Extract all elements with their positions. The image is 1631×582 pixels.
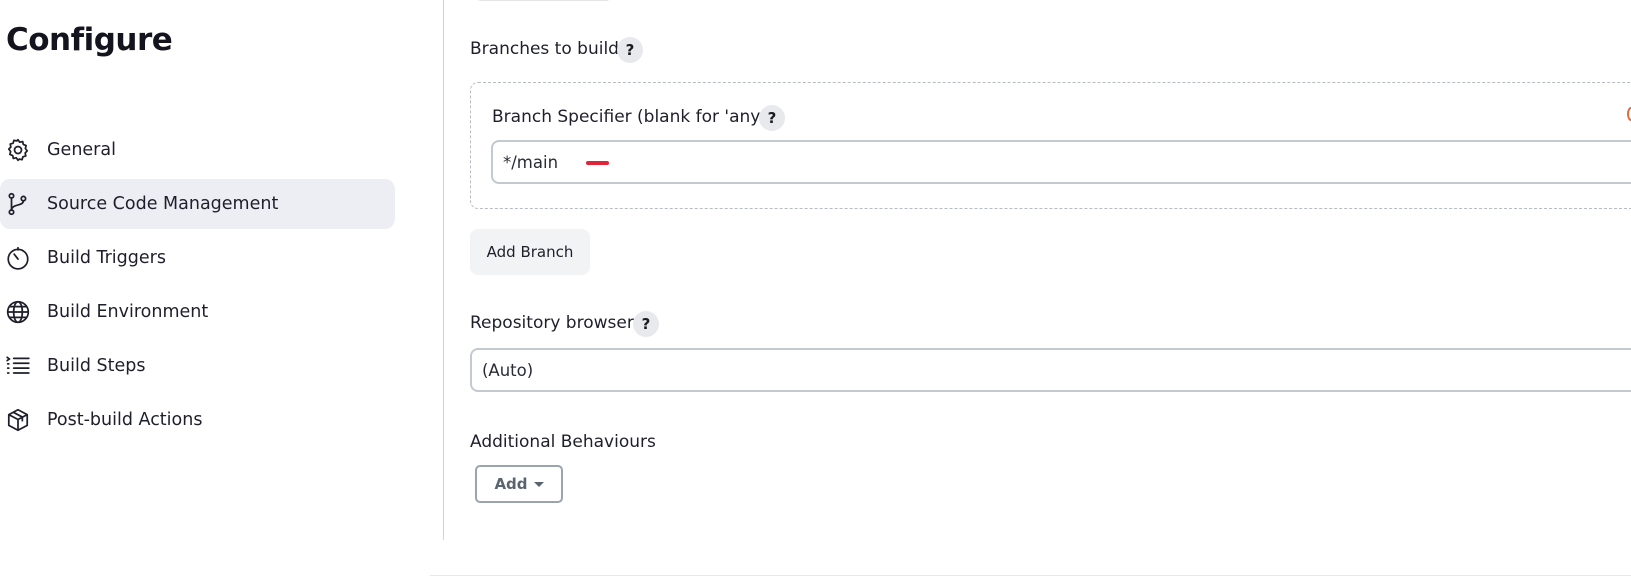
sidebar-item-label: Build Triggers	[47, 248, 166, 268]
timer-icon	[5, 245, 31, 271]
package-icon	[5, 407, 31, 433]
repository-browser-label: Repository browser	[470, 313, 634, 333]
sidebar-item-general[interactable]: General	[0, 125, 395, 175]
branches-to-build-label: Branches to build	[470, 39, 619, 59]
globe-icon	[5, 299, 31, 325]
branch-specifier-input[interactable]: */main	[491, 140, 1631, 184]
repository-browser-select[interactable]: (Auto)	[470, 348, 1631, 392]
sidebar-item-label: Build Environment	[47, 302, 209, 322]
vertical-divider	[443, 0, 444, 540]
sidebar-item-build-environment[interactable]: Build Environment	[0, 287, 395, 337]
error-mark	[586, 161, 609, 165]
add-button-label: Add	[494, 475, 528, 493]
gear-icon	[5, 137, 31, 163]
delete-branch-icon[interactable]	[1627, 107, 1631, 121]
help-icon[interactable]: ?	[617, 37, 643, 63]
sidebar-item-build-triggers[interactable]: Build Triggers	[0, 233, 395, 283]
list-icon	[5, 353, 31, 379]
sidebar-item-source-code-management[interactable]: Source Code Management	[0, 179, 395, 229]
add-behaviour-button[interactable]: Add	[475, 465, 563, 503]
repository-browser-value: (Auto)	[482, 360, 534, 380]
additional-behaviours-label: Additional Behaviours	[470, 432, 656, 452]
add-branch-button[interactable]: Add Branch	[470, 229, 590, 275]
git-branch-icon	[5, 191, 31, 217]
sidebar-item-label: Source Code Management	[47, 194, 279, 214]
help-icon[interactable]: ?	[759, 105, 785, 131]
previous-field-edge	[475, 0, 612, 1]
sidebar-item-label: Build Steps	[47, 356, 146, 376]
horizontal-divider	[430, 575, 1631, 576]
sidebar-item-post-build-actions[interactable]: Post-build Actions	[0, 395, 395, 445]
branch-specifier-label: Branch Specifier (blank for 'any')	[492, 107, 772, 127]
branch-specifier-value: */main	[503, 152, 559, 172]
page-title: Configure	[6, 22, 173, 58]
sidebar-item-build-steps[interactable]: Build Steps	[0, 341, 395, 391]
sidebar-item-label: General	[47, 140, 116, 160]
sidebar-item-label: Post-build Actions	[47, 410, 203, 430]
chevron-down-icon	[533, 481, 544, 487]
help-icon[interactable]: ?	[633, 311, 659, 337]
